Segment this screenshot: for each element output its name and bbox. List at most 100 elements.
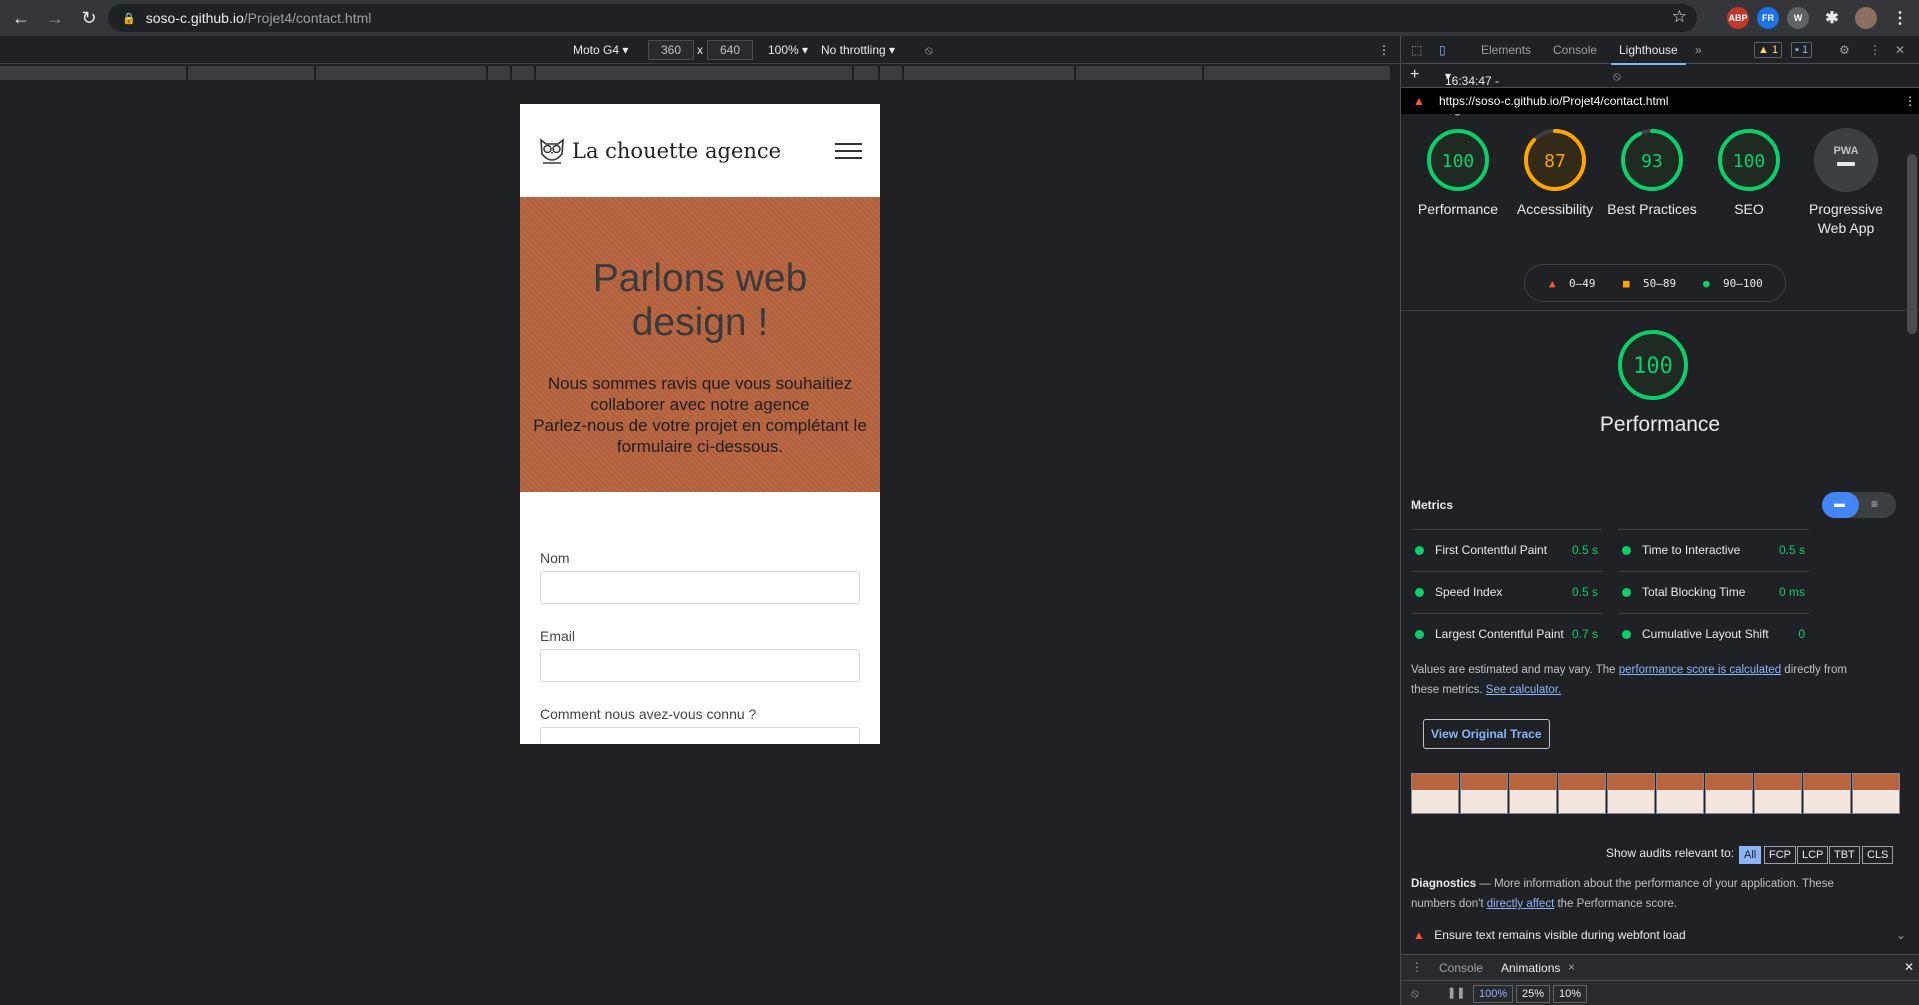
drawer-menu-icon[interactable]: ⋮ [1411, 960, 1423, 974]
audit-filter-fcp[interactable]: FCP [1764, 846, 1796, 864]
tab-lighthouse[interactable]: Lighthouse [1611, 43, 1686, 65]
hamburger-menu-icon[interactable] [835, 142, 862, 159]
audit-filter-tbt[interactable]: TBT [1829, 846, 1860, 864]
compact-view-icon[interactable]: ▬ [1834, 498, 1845, 510]
audit-filter-lcp[interactable]: LCP [1797, 846, 1829, 864]
gauge-label: Accessibility [1516, 201, 1594, 217]
pause-icon[interactable]: ❚❚ [1447, 986, 1465, 999]
settings-gear-icon[interactable]: ⚙ [1839, 43, 1850, 57]
rotate-icon[interactable]: ⦸ [925, 43, 933, 58]
extensions-puzzle-icon[interactable]: ✱ [1821, 7, 1843, 29]
metric-time-to-interactive: Time to Interactive 0.5 s [1618, 529, 1809, 571]
name-input[interactable] [540, 571, 860, 604]
translate-extension-icon[interactable]: FR [1757, 7, 1779, 29]
drawer-tab-console[interactable]: Console [1439, 961, 1483, 975]
score-gauge-progressive-web-app[interactable]: PWA Progressive Web App [1800, 126, 1892, 238]
close-tab-icon[interactable]: × [1568, 960, 1575, 974]
audit-filter-all[interactable]: All [1739, 846, 1762, 864]
forward-icon[interactable]: → [42, 5, 68, 31]
directly-affect-link[interactable]: directly affect [1487, 898, 1555, 910]
new-report-icon[interactable]: + [1410, 66, 1419, 84]
close-drawer-icon[interactable]: ✕ [1904, 960, 1914, 974]
metrics-heading: Metrics [1411, 498, 1454, 512]
source-select[interactable] [540, 727, 860, 744]
tab-elements[interactable]: Elements [1481, 43, 1531, 57]
reload-icon[interactable]: ↻ [76, 5, 102, 31]
gauge-value: 87 [1544, 151, 1566, 172]
score-gauge-accessibility[interactable]: 87 Accessibility [1509, 126, 1601, 219]
category-scores: 100 Performance 87 Accessibility 93 Best Prac… [1401, 114, 1919, 311]
device-toolbar-menu-icon[interactable]: ⋮ [1378, 43, 1390, 57]
report-selector[interactable]: 16:34:47 - soso-c.github.io ▾ [1445, 69, 1500, 116]
audit-item[interactable]: ▲ Ensure text remains visible during web… [1413, 928, 1908, 942]
drawer-tab-animations[interactable]: Animations [1501, 961, 1560, 975]
note-text-3: these metrics. [1411, 684, 1486, 696]
report-menu-icon[interactable]: ⋮ [1904, 94, 1916, 108]
media-query-ruler[interactable] [0, 64, 1400, 82]
site-logo[interactable]: La chouette agence [538, 136, 781, 166]
devtools-drawer: ⋮ Console Animations × ✕ ⦸ ❚❚ 100% 25% 1… [1401, 954, 1919, 1005]
warnings-badge[interactable]: ▲ 1 [1754, 42, 1783, 58]
see-calculator-link[interactable]: See calculator. [1486, 684, 1561, 696]
panel-scrollbar[interactable] [1907, 154, 1917, 334]
device-toggle-icon[interactable]: ▯ [1439, 43, 1446, 57]
browser-menu-icon[interactable]: ⋮ [1889, 7, 1911, 29]
speed-25[interactable]: 25% [1516, 985, 1551, 1003]
score-calculated-link[interactable]: performance score is calculated [1619, 664, 1781, 676]
close-devtools-icon[interactable]: ✕ [1895, 43, 1905, 57]
email-input[interactable] [540, 649, 860, 682]
filmstrip [1411, 773, 1901, 814]
expanded-view-icon[interactable]: ≡ [1871, 497, 1878, 511]
profile-avatar[interactable] [1855, 7, 1877, 29]
audit-filter-cls[interactable]: CLS [1862, 846, 1894, 864]
hero-text-line-1: Nous sommes ravis que vous souhaitiez co… [547, 374, 853, 414]
metric-name: Cumulative Layout Shift [1642, 627, 1769, 641]
note-text-2: directly from [1781, 664, 1847, 676]
more-tabs-icon[interactable]: » [1695, 43, 1702, 57]
performance-gauge[interactable]: 100 [1615, 327, 1691, 403]
gauge-label: Best Practices [1607, 201, 1697, 217]
zoom-select[interactable]: 100% ▾ [768, 43, 808, 57]
diag-text-1: — More information about the performance… [1476, 878, 1834, 890]
dimension-separator: x [697, 43, 703, 57]
clear-reports-icon[interactable]: ⦸ [1613, 69, 1621, 84]
metrics-view-toggle[interactable]: ▬ ≡ [1822, 492, 1896, 518]
contact-form: Nom Email Comment nous avez-vous connu ? [520, 492, 880, 744]
adblock-extension-icon[interactable]: ABP [1727, 7, 1749, 29]
height-input[interactable]: 640 [707, 40, 753, 60]
wappalyzer-extension-icon[interactable]: W [1787, 7, 1809, 29]
pass-circle-icon [1415, 546, 1424, 555]
width-input[interactable]: 360 [648, 40, 694, 60]
device-select[interactable]: Moto G4 ▾ [573, 43, 628, 57]
score-gauge-performance[interactable]: 100 Performance [1412, 126, 1504, 219]
score-gauge-seo[interactable]: 100 SEO [1703, 126, 1795, 219]
metric-name: Largest Contentful Paint [1435, 627, 1564, 641]
chevron-down-icon[interactable]: ⌄ [1896, 928, 1906, 942]
emulated-viewport: La chouette agence Parlons web design ! … [520, 104, 880, 744]
gauge-ring: 87 [1524, 129, 1586, 191]
zoom-value: 100% [768, 43, 799, 57]
source-label: Comment nous avez-vous connu ? [540, 706, 757, 722]
back-icon[interactable]: ← [8, 5, 34, 31]
metric-value: 0 ms [1778, 585, 1805, 599]
bookmark-star-icon[interactable]: ☆ [1672, 7, 1687, 27]
score-gauge-best-practices[interactable]: 93 Best Practices [1606, 126, 1698, 219]
view-trace-button[interactable]: View Original Trace [1423, 719, 1550, 749]
report-url[interactable]: https://soso-c.github.io/Projet4/contact… [1439, 94, 1668, 108]
inspect-element-icon[interactable]: ⬚ [1411, 43, 1422, 57]
clear-animations-icon[interactable]: ⦸ [1411, 986, 1419, 1001]
devtools-tabbar: ⬚ ▯ Elements Console Lighthouse » ▲ 1 ▪ … [1401, 36, 1919, 65]
metric-name: First Contentful Paint [1435, 543, 1548, 557]
messages-badge[interactable]: ▪ 1 [1791, 42, 1813, 58]
lock-icon: 🔒 [122, 12, 136, 25]
speed-100[interactable]: 100% [1473, 985, 1514, 1003]
lighthouse-logo-icon: ▲ [1413, 94, 1425, 108]
metric-first-contentful-paint: First Contentful Paint 0.5 s [1411, 529, 1602, 571]
devtools-menu-icon[interactable]: ⋮ [1869, 43, 1881, 57]
address-bar[interactable]: 🔒 soso-c.github.io /Projet4/contact.html… [108, 4, 1697, 32]
pass-circle-icon [1622, 630, 1631, 639]
tab-console[interactable]: Console [1553, 43, 1597, 57]
metric-largest-contentful-paint: Largest Contentful Paint 0.7 s [1411, 613, 1602, 655]
speed-10[interactable]: 10% [1553, 985, 1588, 1003]
throttling-select[interactable]: No throttling ▾ [821, 43, 895, 57]
